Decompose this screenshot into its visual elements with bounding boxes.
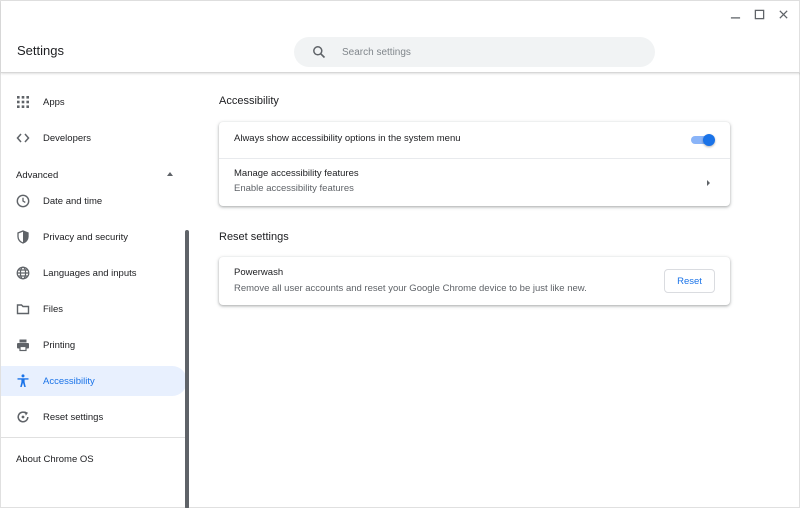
sidebar-item-developers[interactable]: Developers — [1, 123, 187, 153]
sidebar-item-label: Files — [43, 303, 64, 315]
sidebar-item-printing[interactable]: Printing — [1, 330, 187, 360]
sidebar-item-label: Privacy and security — [43, 231, 129, 243]
manage-a11y-row[interactable]: Manage accessibility features Enable acc… — [219, 159, 730, 206]
sidebar-item-about[interactable]: About Chrome OS — [16, 454, 94, 465]
powerwash-row: Powerwash Remove all user accounts and r… — [219, 257, 730, 305]
sidebar-item-label: Reset settings — [43, 411, 104, 423]
always-show-a11y-label: Always show accessibility options in the… — [234, 133, 461, 144]
powerwash-sublabel: Remove all user accounts and reset your … — [234, 283, 587, 294]
always-show-a11y-row[interactable]: Always show accessibility options in the… — [219, 122, 730, 158]
reset-icon — [16, 410, 30, 424]
sidebar-item-files[interactable]: Files — [1, 294, 187, 324]
sidebar-item-label: Languages and inputs — [43, 267, 137, 279]
advanced-label: Advanced — [16, 169, 59, 181]
sidebar: Apps Developers Advanced Date and time P… — [1, 74, 187, 508]
always-show-a11y-toggle[interactable] — [691, 133, 715, 147]
search-icon — [312, 45, 326, 59]
sidebar-item-label: Apps — [43, 96, 65, 108]
chevron-right-icon — [707, 180, 710, 186]
code-icon — [16, 131, 30, 145]
manage-a11y-sublabel: Enable accessibility features — [234, 183, 354, 194]
printer-icon — [16, 338, 30, 352]
sidebar-item-privacy[interactable]: Privacy and security — [1, 222, 187, 252]
settings-window: Settings Apps Developers — [0, 0, 800, 508]
sidebar-scrollbar[interactable] — [185, 230, 189, 508]
section-title-accessibility: Accessibility — [219, 95, 279, 107]
search-box[interactable] — [294, 37, 655, 67]
manage-a11y-label: Manage accessibility features — [234, 168, 359, 179]
sidebar-divider — [1, 437, 187, 438]
sidebar-item-languages[interactable]: Languages and inputs — [1, 258, 187, 288]
powerwash-label: Powerwash — [234, 267, 284, 278]
search-input[interactable] — [342, 46, 622, 58]
sidebar-item-apps[interactable]: Apps — [1, 87, 187, 117]
sidebar-item-label: Accessibility — [43, 375, 95, 387]
sidebar-item-label: Date and time — [43, 195, 103, 207]
toggle-knob — [703, 134, 715, 146]
sidebar-item-accessibility[interactable]: Accessibility — [1, 366, 187, 396]
header: Settings — [1, 1, 800, 73]
sidebar-item-date-time[interactable]: Date and time — [1, 186, 187, 216]
apps-grid-icon — [16, 95, 30, 109]
caret-up-icon — [167, 172, 173, 176]
accessibility-card: Always show accessibility options in the… — [219, 122, 730, 206]
clock-icon — [16, 194, 30, 208]
sidebar-item-label: Developers — [43, 132, 92, 144]
sidebar-item-reset[interactable]: Reset settings — [1, 402, 187, 432]
advanced-section-toggle[interactable]: Advanced — [16, 167, 176, 183]
section-title-reset: Reset settings — [219, 231, 289, 243]
shield-icon — [16, 230, 30, 244]
reset-button[interactable]: Reset — [664, 269, 715, 293]
sidebar-item-label: Printing — [43, 339, 76, 351]
globe-icon — [16, 266, 30, 280]
reset-card: Powerwash Remove all user accounts and r… — [219, 257, 730, 305]
folder-icon — [16, 302, 30, 316]
app-title: Settings — [17, 43, 64, 58]
accessibility-icon — [16, 374, 30, 388]
